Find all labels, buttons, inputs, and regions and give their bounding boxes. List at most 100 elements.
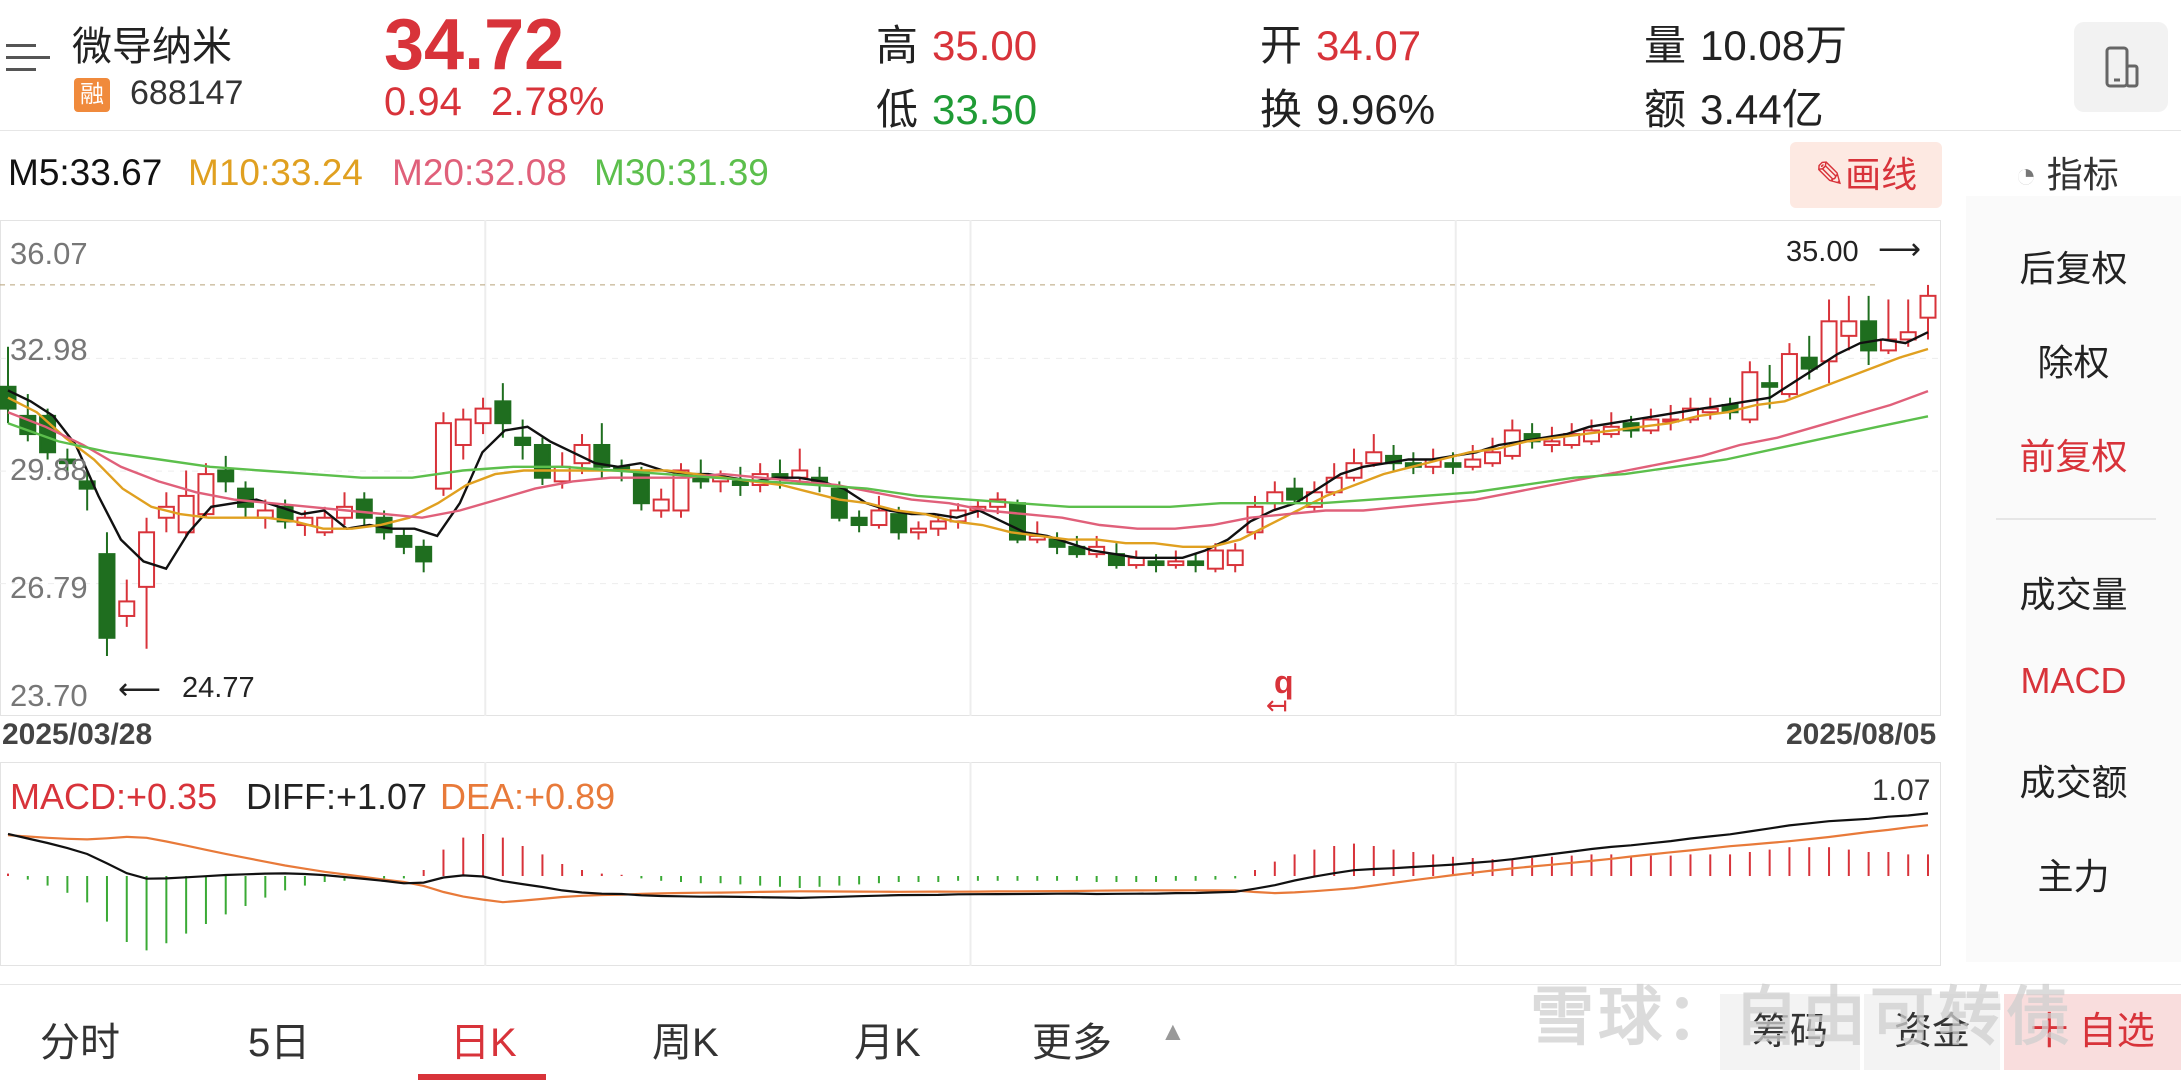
side-item-volume[interactable]: 成交量 xyxy=(1966,566,2181,618)
candle-body xyxy=(98,553,116,639)
candle-body xyxy=(1365,451,1383,465)
kline-chart[interactable] xyxy=(0,220,1941,716)
candle-body xyxy=(1187,560,1205,567)
price-change: 0.94 2.78% xyxy=(384,80,604,125)
max-price-label: 35.00 xyxy=(1786,236,1859,268)
candle-body xyxy=(494,400,512,425)
candle-body xyxy=(454,418,472,446)
candle-body xyxy=(1147,560,1165,567)
high-stat: 高 35.00 xyxy=(876,12,1037,73)
candle-body xyxy=(731,480,749,487)
tab-5day[interactable]: 5日 xyxy=(248,1010,310,1068)
side-item-pre-adjust[interactable]: 前复权 xyxy=(1966,428,2181,480)
header-divider xyxy=(0,130,2181,131)
high-value: 35.00 xyxy=(932,22,1038,69)
current-price: 34.72 xyxy=(384,5,565,85)
candle-body xyxy=(1464,458,1482,468)
return-arrow-icon: ↤ xyxy=(1266,690,1288,720)
candle-body xyxy=(0,385,17,410)
volume-value: 10.08万 xyxy=(1700,22,1848,69)
min-price-label: 24.77 xyxy=(182,672,255,704)
indicator-label: 指标 xyxy=(2046,154,2119,195)
min-arrow-icon: ⟵ xyxy=(118,673,162,706)
margin-badge: 融 xyxy=(74,78,110,112)
caret-up-icon[interactable]: ▲ xyxy=(1160,1016,1186,1047)
candle-body xyxy=(910,527,928,534)
indicator-button[interactable]: ◔ 指标 xyxy=(2015,146,2119,198)
gauge-icon: ◔ xyxy=(2015,154,2037,195)
candle-body xyxy=(1800,356,1818,370)
side-item-post-adjust[interactable]: 后复权 xyxy=(1966,240,2181,292)
draw-line-button[interactable]: ✎画线 xyxy=(1790,142,1942,208)
adjust-indicator-panel: 后复权 除权 前复权 成交量 MACD 成交额 主力 xyxy=(1966,196,2181,962)
turnover-stat: 换 9.96% xyxy=(1260,76,1435,137)
candle-body xyxy=(533,443,551,479)
candle-body xyxy=(217,469,235,483)
dea-line xyxy=(7,824,1929,904)
candle-body xyxy=(355,498,373,519)
volume-stat: 量 10.08万 xyxy=(1644,12,1847,73)
candle-body xyxy=(1860,320,1878,352)
watermark-text: 雪球：自由可转债 xyxy=(1530,981,2074,1053)
draw-line-label: 画线 xyxy=(1845,154,1918,195)
candle-body xyxy=(1741,371,1759,421)
tab-intraday[interactable]: 分时 xyxy=(40,1010,120,1068)
side-item-macd[interactable]: MACD xyxy=(1966,660,2181,702)
candle-body xyxy=(1543,440,1561,446)
y-tick-label: 32.98 xyxy=(10,332,88,367)
candle-body xyxy=(335,505,353,519)
stock-code: 688147 xyxy=(130,74,244,112)
candle-body xyxy=(514,436,532,446)
menu-icon[interactable] xyxy=(6,40,52,80)
amount-stat: 额 3.44亿 xyxy=(1644,76,1824,137)
candle-body xyxy=(890,513,908,534)
landscape-toggle-button[interactable] xyxy=(2074,22,2168,112)
ma10-value: M10:33.24 xyxy=(188,152,363,193)
candle-body xyxy=(652,498,670,512)
macd-top-value: 1.07 xyxy=(1872,774,1931,807)
candle-body xyxy=(237,487,255,508)
candle-body xyxy=(870,509,888,527)
amount-value: 3.44亿 xyxy=(1700,86,1824,133)
side-item-main-force[interactable]: 主力 xyxy=(1966,848,2181,900)
tab-daily-k[interactable]: 日K xyxy=(450,1010,517,1068)
ma-line-m30 xyxy=(7,415,1929,508)
max-arrow-icon: ⟶ xyxy=(1878,233,1922,266)
candle-body xyxy=(415,545,433,563)
candle-body xyxy=(1206,549,1224,570)
side-item-amount[interactable]: 成交额 xyxy=(1966,754,2181,806)
change-amount: 0.94 xyxy=(384,80,462,124)
candle-body xyxy=(434,422,452,490)
candle-body xyxy=(553,465,571,483)
y-tick-label: 36.07 xyxy=(10,236,88,271)
side-item-ex-rights[interactable]: 除权 xyxy=(1966,334,2181,386)
y-tick-label: 23.70 xyxy=(10,678,88,713)
ma5-value: M5:33.67 xyxy=(8,152,163,193)
end-date-label: 2025/08/05 xyxy=(1786,718,1937,751)
ma20-value: M20:32.08 xyxy=(392,152,567,193)
candle-body xyxy=(1444,462,1462,468)
candle-body xyxy=(1919,294,1937,319)
candle-body xyxy=(632,469,650,505)
candle-body xyxy=(1286,487,1304,501)
ma-line-m20 xyxy=(7,389,1929,530)
dea-value: DEA:+0.89 xyxy=(440,776,616,817)
y-tick-label: 29.88 xyxy=(10,452,88,487)
candle-body xyxy=(1266,491,1284,505)
tab-monthly-k[interactable]: 月K xyxy=(854,1010,921,1068)
candle-body xyxy=(1840,320,1858,337)
candle-body xyxy=(1226,549,1244,567)
tab-more[interactable]: 更多 xyxy=(1032,1010,1112,1068)
candle-body xyxy=(850,516,868,527)
side-divider xyxy=(1996,518,2156,520)
turnover-value: 9.96% xyxy=(1316,86,1436,133)
y-tick-label: 26.79 xyxy=(10,570,88,605)
candle-body xyxy=(395,534,413,548)
low-value: 33.50 xyxy=(932,86,1038,133)
amount-label: 额 xyxy=(1644,86,1687,133)
open-stat: 开 34.07 xyxy=(1260,12,1421,73)
high-label: 高 xyxy=(876,22,919,69)
ma-line-m10 xyxy=(7,347,1929,548)
tab-weekly-k[interactable]: 周K xyxy=(652,1010,719,1068)
candle-body xyxy=(929,520,947,530)
